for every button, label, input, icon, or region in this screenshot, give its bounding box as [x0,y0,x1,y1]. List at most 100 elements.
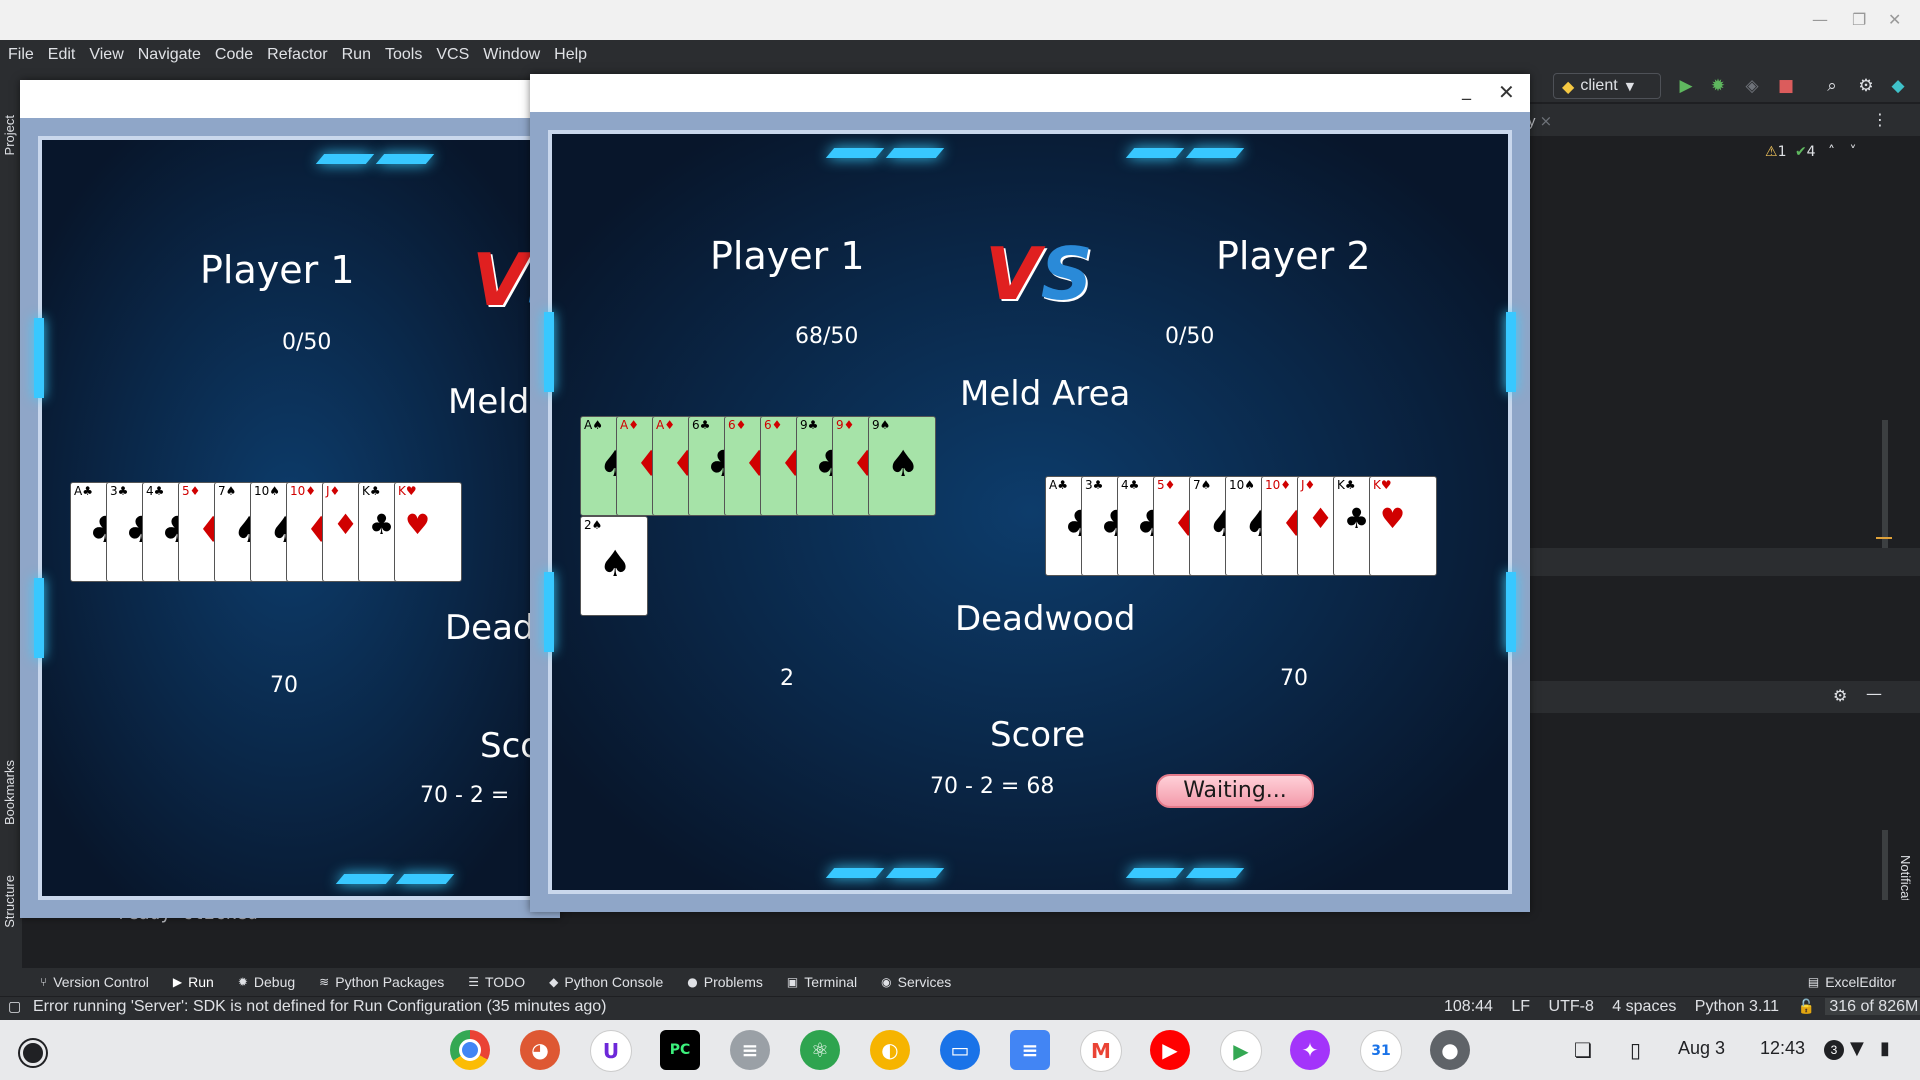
tool-todo[interactable]: ☰ TODO [468,974,525,990]
playing-card[interactable]: 2♠ ♠ [580,516,648,616]
frame-light [1185,868,1245,878]
stop-icon[interactable]: ■ [1776,76,1796,96]
layers-icon: ≋ [319,975,330,989]
duckduckgo-icon[interactable]: ◕ [520,1030,560,1070]
menu-refactor[interactable]: Refactor [267,46,327,64]
inspection-widget[interactable]: ⚠1 ✔4 ˄ ˅ [1765,144,1857,160]
window-close-icon[interactable]: ✕ [1498,80,1515,104]
error-stripe-mark[interactable] [1876,537,1892,539]
memory-indicator[interactable]: 316 of 826M [1825,998,1920,1015]
messenger-icon[interactable]: ✦ [1290,1030,1330,1070]
editor-tab-fragment[interactable]: y × [1528,112,1552,130]
menu-edit[interactable]: Edit [48,46,76,64]
line-separator[interactable]: LF [1511,998,1530,1015]
udemy-icon[interactable]: U [590,1030,632,1072]
gear-icon[interactable]: ⚙ [1856,76,1876,96]
card-suit-pip: ♠ [599,544,632,585]
tray-date[interactable]: Aug 3 [1678,1038,1725,1059]
chevron-up-icon[interactable]: ˄ [1828,144,1835,160]
tool-python-packages[interactable]: ≋ Python Packages [319,974,444,990]
run-icon[interactable]: ▶ [1676,76,1696,96]
menu-run[interactable]: Run [342,46,371,64]
card-rank: 10♦ [290,484,317,498]
menu-file[interactable]: File [8,46,34,64]
phone-hub-icon[interactable]: ▯ [1630,1038,1641,1062]
debug-icon[interactable]: ✹ [1708,76,1728,96]
deadwood-label: Deadwood [955,599,1136,639]
close-tab-icon[interactable]: × [1540,112,1553,130]
bookmarks-tab[interactable]: Bookmarks [2,760,17,825]
card-suit-pip: ♣ [369,508,395,541]
score-label: Score [990,715,1086,755]
chevron-down-icon[interactable]: ˅ [1850,144,1857,160]
indent-setting[interactable]: 4 spaces [1612,998,1676,1015]
minimize-icon[interactable]: — [1812,10,1828,29]
window-minimize-icon[interactable]: _ [1462,80,1471,101]
coverage-icon[interactable]: ◈ [1742,76,1762,96]
tool-run[interactable]: ▶ Run [173,974,214,990]
close-icon[interactable]: ✕ [1888,10,1901,29]
waiting-button[interactable]: Waiting... [1156,774,1314,808]
tool-terminal[interactable]: ▣ Terminal [787,974,857,990]
files-icon[interactable]: ▭ [940,1030,980,1070]
tool-services[interactable]: ◉ Services [881,974,951,990]
tool-window-bar: ⑂ Version Control ▶ Run ✹ Debug ≋ Python Pac… [0,968,1920,996]
python-interpreter[interactable]: Python 3.11 [1695,998,1779,1015]
tool-debug[interactable]: ✹ Debug [238,974,295,990]
wifi-icon[interactable]: ▼ [1850,1038,1864,1059]
pycharm-icon[interactable]: PC [660,1030,700,1070]
run-config-select[interactable]: ◆ client ▼ [1553,73,1661,99]
status-widgets: 108:44 LF UTF-8 4 spaces Python 3.11 🔓 3… [1430,998,1920,1016]
menu-navigate[interactable]: Navigate [138,46,201,64]
frame-light [335,874,395,884]
tool-excel-editor[interactable]: ▤ ExcelEditor [1808,974,1896,990]
gmail-icon[interactable]: M [1080,1030,1122,1072]
battery-icon[interactable]: ▮ [1880,1038,1890,1059]
frame-light [315,154,375,164]
card-rank: J♦ [326,484,341,498]
play-store-icon[interactable]: ▶ [1220,1030,1262,1072]
plugin-icon[interactable]: ◆ [1888,76,1908,96]
atom-icon[interactable]: ⚛ [800,1030,840,1070]
playing-card[interactable]: 9♠ ♠ [868,416,936,516]
editor-breadcrumb-bar [1530,548,1920,576]
caret-position[interactable]: 108:44 [1444,998,1493,1015]
menu-vcs[interactable]: VCS [436,46,469,64]
tray-time[interactable]: 12:43 [1760,1038,1805,1059]
more-icon[interactable]: ⋮ [1872,110,1888,129]
clipboard-icon[interactable]: ❏ [1574,1038,1592,1062]
card-rank: J♦ [1301,478,1316,492]
panel-gear-icon[interactable]: ⚙ [1833,686,1847,705]
maximize-icon[interactable]: ❐ [1852,10,1866,29]
game-window-back: Player 1 VS 0/50 Meld A A♣♣3♣♣4♣♣5♦♦7♠♠1… [20,80,560,918]
keep-icon[interactable]: ◐ [870,1030,910,1070]
panel-hide-icon[interactable]: — [1866,684,1882,703]
tool-problems[interactable]: ● Problems [687,974,763,990]
status-message[interactable]: Error running 'Server': SDK is not defin… [33,998,607,1016]
layout-icon[interactable]: ▢ [8,999,21,1015]
chrome-icon[interactable] [450,1030,490,1070]
database-icon[interactable]: ≡ [730,1030,770,1070]
structure-tab[interactable]: Structure [2,875,17,928]
search-icon[interactable]: ⌕ [1822,76,1842,96]
notification-badge[interactable]: 3 [1824,1040,1844,1060]
menu-code[interactable]: Code [215,46,253,64]
linux-terminal-icon[interactable]: ● [1430,1030,1470,1070]
tool-python-console[interactable]: ◆ Python Console [549,974,663,990]
calendar-icon[interactable]: 31 [1360,1030,1402,1072]
menu-help[interactable]: Help [554,46,587,64]
docs-icon[interactable]: ≡ [1010,1030,1050,1070]
menu-view[interactable]: View [89,46,123,64]
excel-icon: ▤ [1807,975,1820,989]
launcher-icon[interactable] [20,1040,46,1066]
youtube-icon[interactable]: ▶ [1150,1030,1190,1070]
score-formula: 70 - 2 = [420,783,510,808]
playing-card[interactable]: K♥ ♥ [1369,476,1437,576]
menu-window[interactable]: Window [483,46,540,64]
lock-icon[interactable]: 🔓 [1797,999,1814,1015]
project-tab[interactable]: Project [2,115,17,155]
file-encoding[interactable]: UTF-8 [1549,998,1594,1015]
tool-version-control[interactable]: ⑂ Version Control [40,974,149,990]
playing-card[interactable]: K♥ ♥ [394,482,462,582]
menu-tools[interactable]: Tools [385,46,422,64]
